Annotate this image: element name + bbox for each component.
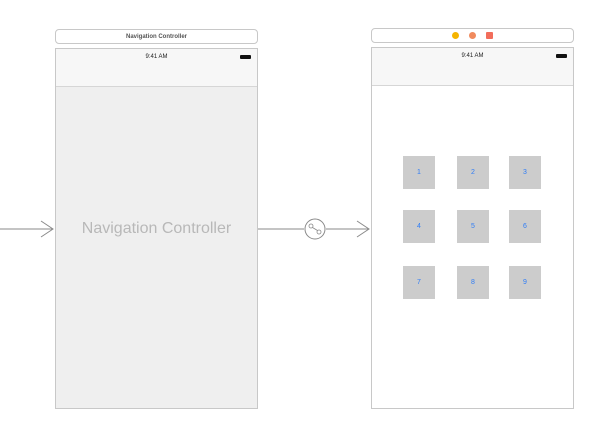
entry-point-arrow[interactable] [0, 220, 54, 238]
storyboard-connections [0, 218, 370, 240]
relationship-segue-icon[interactable] [304, 218, 326, 240]
